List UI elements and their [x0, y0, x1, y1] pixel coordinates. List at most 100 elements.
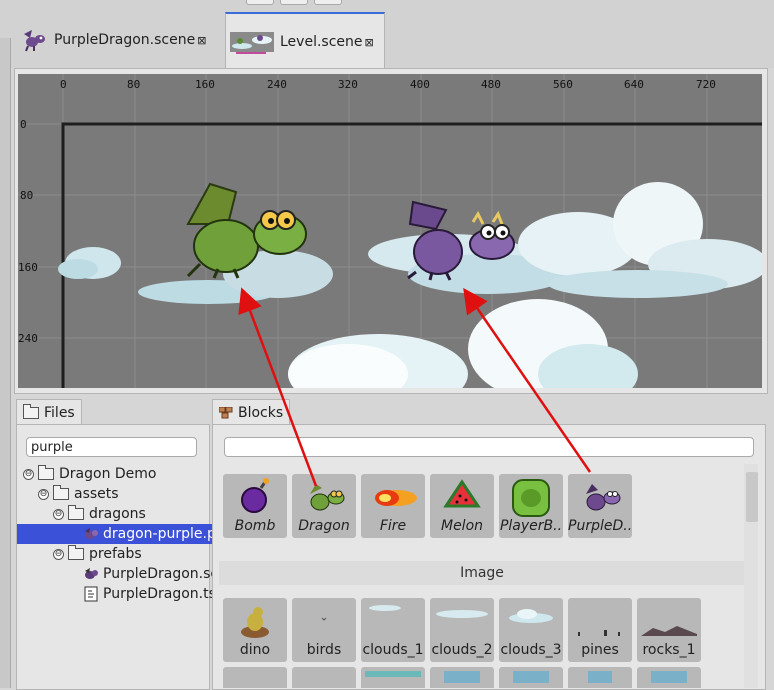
folder-icon	[68, 545, 84, 560]
tree-item-label: PurpleDragon.ts	[103, 586, 216, 602]
blocks-panel-title: Blocks	[238, 405, 284, 421]
tab-purpledragon-scene[interactable]: PurpleDragon.scene ⊠	[20, 12, 220, 68]
ruler-x-label: 560	[553, 78, 573, 91]
tile-label: birds	[306, 642, 342, 658]
ruler-x-label: 320	[338, 78, 358, 91]
block-tile-fire[interactable]: Fire	[361, 474, 425, 538]
tree-item-dragons[interactable]: ⊖ dragons	[17, 504, 239, 524]
tile-label: clouds_3	[500, 642, 562, 658]
tree-item-assets[interactable]: ⊖ assets	[17, 484, 224, 504]
tab-label: PurpleDragon.scene	[54, 32, 196, 48]
clouds-icon	[369, 605, 401, 611]
ruler-x-label: 0	[60, 78, 67, 91]
tile-label: Dragon	[298, 518, 350, 534]
block-tile-purpled[interactable]: PurpleD..	[568, 474, 632, 538]
ruler-x-label: 640	[624, 78, 644, 91]
blocks-icon	[219, 407, 233, 419]
block-tile-birds[interactable]: birds	[292, 598, 356, 662]
block-tile-partial[interactable]	[637, 667, 701, 688]
block-tile-clouds-2[interactable]: clouds_2	[430, 598, 494, 662]
tree-item-prefabs[interactable]: ⊖ prefabs	[17, 544, 239, 564]
ruler-x-label: 480	[481, 78, 501, 91]
files-search-input[interactable]: purple	[26, 437, 197, 457]
files-panel-tab[interactable]: Files	[16, 399, 82, 426]
tile-label: pines	[581, 642, 619, 658]
level-scene-thumbnail-icon	[230, 32, 274, 54]
folder-icon	[68, 505, 84, 520]
tree-item-dragon-demo[interactable]: ⊖ Dragon Demo	[17, 464, 209, 484]
clouds-sprite[interactable]	[58, 182, 762, 388]
files-panel-title: Files	[44, 405, 75, 421]
ruler-x-label: 240	[267, 78, 287, 91]
birds-icon	[321, 617, 327, 621]
clouds-icon	[509, 609, 553, 623]
tree-item-label: Dragon Demo	[59, 466, 157, 482]
tab-level-scene[interactable]: Level.scene ⊠	[225, 12, 385, 70]
rocks-icon	[641, 626, 697, 636]
tree-item-label: assets	[74, 486, 119, 502]
block-tile-partial[interactable]	[223, 667, 287, 688]
tab-label: Level.scene	[280, 34, 363, 50]
ruler-x-label: 720	[696, 78, 716, 91]
block-tile-melon[interactable]: Melon	[430, 474, 494, 538]
tile-label: PurpleD..	[568, 518, 632, 534]
tile-label: PlayerB..	[499, 518, 563, 534]
toolbar-button-1[interactable]	[246, 0, 274, 5]
folder-icon	[38, 465, 54, 480]
collapse-icon[interactable]: ⊖	[38, 488, 49, 500]
bomb-icon	[241, 478, 269, 513]
clouds-icon	[436, 610, 488, 618]
ruler-y-label: 160	[18, 261, 38, 274]
script-file-icon	[84, 586, 98, 602]
purple-dragon-icon	[85, 528, 98, 539]
close-icon[interactable]: ⊠	[197, 34, 206, 47]
ruler-y-label: 240	[18, 332, 38, 345]
files-panel: purple ⊖ Dragon Demo ⊖ assets ⊖ dragons …	[16, 424, 269, 690]
close-icon[interactable]: ⊠	[365, 36, 374, 49]
tile-label: Fire	[379, 518, 407, 534]
block-tile-dino[interactable]: dino	[223, 598, 287, 662]
block-tile-partial[interactable]	[499, 667, 563, 688]
ruler-x-label: 160	[195, 78, 215, 91]
block-tile-dragon[interactable]: Dragon	[292, 474, 356, 538]
dino-icon	[241, 607, 269, 638]
block-tile-bomb[interactable]: Bomb	[223, 474, 287, 538]
tile-label: rocks_1	[642, 642, 696, 658]
block-tile-clouds-3[interactable]: clouds_3	[499, 598, 563, 662]
purple-dragon-icon	[586, 484, 621, 511]
ruler-y-label: 0	[20, 118, 27, 131]
block-tile-playerb[interactable]: PlayerB..	[499, 474, 563, 538]
fire-icon	[375, 490, 417, 506]
collapse-icon[interactable]: ⊖	[53, 548, 64, 560]
tile-label: clouds_1	[362, 642, 424, 658]
toolbar-button-3[interactable]	[314, 0, 342, 5]
blocks-panel-tab[interactable]: Blocks	[212, 399, 291, 426]
tree-item-label: dragons	[89, 506, 146, 522]
block-tile-clouds-1[interactable]: clouds_1	[361, 598, 425, 662]
ruler-y-label: 80	[20, 189, 33, 202]
scrollbar-thumb[interactable]	[746, 472, 758, 522]
folder-icon	[53, 485, 69, 500]
toolbar-button-2[interactable]	[280, 0, 308, 5]
collapse-icon[interactable]: ⊖	[23, 468, 34, 480]
block-tile-partial[interactable]	[361, 667, 425, 688]
scene-canvas[interactable]: 0 80 160 240 320 400 480 560 640 720 0 8…	[18, 74, 762, 388]
editor-tab-bar: PurpleDragon.scene ⊠ Level.scene ⊠	[0, 0, 774, 70]
block-tile-partial[interactable]	[568, 667, 632, 688]
block-tile-partial[interactable]	[292, 667, 356, 688]
tile-label: Bomb	[234, 518, 276, 534]
block-tile-rocks-1[interactable]: rocks_1	[637, 598, 701, 662]
purple-dragon-icon	[24, 30, 45, 52]
blocks-search-input[interactable]	[224, 437, 754, 457]
pines-icon	[578, 630, 620, 636]
left-panel-edge	[0, 38, 11, 688]
scene-view[interactable]: 0 80 160 240 320 400 480 560 640 720 0 8…	[18, 74, 762, 388]
scene-file-icon	[85, 568, 98, 579]
block-tile-pines[interactable]: pines	[568, 598, 632, 662]
melon-icon	[443, 479, 481, 508]
block-tile-partial[interactable]	[430, 667, 494, 688]
player-button-icon	[512, 479, 550, 517]
ruler-x-label: 80	[127, 78, 140, 91]
tree-item-label: prefabs	[89, 546, 142, 562]
collapse-icon[interactable]: ⊖	[53, 508, 64, 520]
